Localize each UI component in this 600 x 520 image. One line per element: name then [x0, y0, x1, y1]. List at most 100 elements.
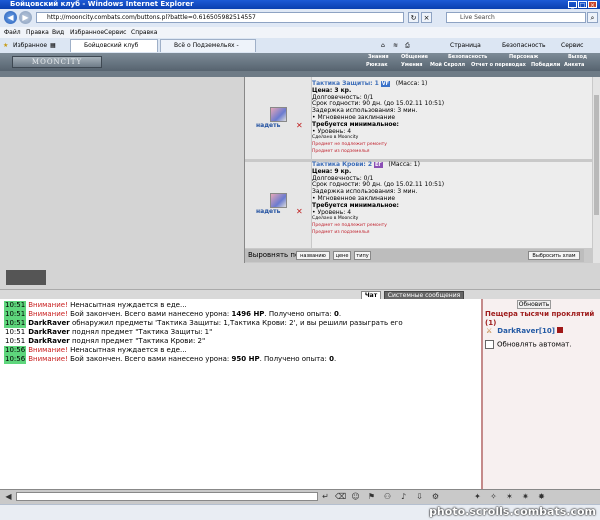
- equip-link[interactable]: надеть: [256, 122, 280, 129]
- item-tag-badge: ЕГ: [374, 162, 383, 168]
- feeds-icon[interactable]: ≋: [393, 40, 398, 51]
- player-info-icon[interactable]: [556, 327, 563, 333]
- chat-text: обнаружил предметы 'Тактика Защиты: 1,Та…: [71, 319, 403, 327]
- delete-icon[interactable]: ✕: [296, 208, 303, 216]
- nav-security[interactable]: Безопасность: [448, 54, 487, 61]
- search-icon[interactable]: ⌕: [587, 12, 598, 23]
- item-name-row: Тактика Крови: 2 ЕГ (Масса: 1): [312, 161, 592, 169]
- sound-icon[interactable]: ♪: [398, 491, 409, 502]
- close-window-icon[interactable]: ×: [588, 1, 597, 9]
- scroll-item-icon[interactable]: [270, 107, 287, 122]
- action-icon-1[interactable]: ✦: [472, 491, 483, 502]
- chat-time[interactable]: 10:51: [4, 310, 27, 319]
- chat-damage: 1496 HP: [231, 310, 265, 318]
- refresh-button[interactable]: Обновить: [517, 300, 551, 309]
- counter-badge: [6, 270, 46, 285]
- chat-time[interactable]: 10:51: [4, 328, 26, 337]
- chat-warning: Внимание!: [28, 346, 68, 354]
- auto-refresh-checkbox[interactable]: [485, 340, 494, 349]
- nav-chat[interactable]: Общение: [401, 54, 428, 61]
- chat-time[interactable]: 10:51: [4, 301, 27, 310]
- mooncity-logo: MOONCITY: [12, 56, 102, 68]
- sort-label: Выровнять по: [248, 251, 300, 259]
- forward-icon[interactable]: ▶: [19, 11, 32, 24]
- item-mass: (Масса: 1): [388, 161, 420, 168]
- menu-tools[interactable]: Сервис: [104, 27, 126, 38]
- action-icon-2[interactable]: ✧: [488, 491, 499, 502]
- item-name[interactable]: Тактика Крови: 2: [312, 161, 372, 168]
- safety-menu[interactable]: Безопасность: [502, 40, 546, 51]
- chat-author[interactable]: DarkRaver: [28, 319, 70, 327]
- item-info: Тактика Защиты: 1 VF (Масса: 1) Цена: 3 …: [312, 77, 592, 159]
- search-input[interactable]: Live Search: [446, 12, 586, 23]
- print-icon[interactable]: ⎙: [405, 40, 410, 51]
- equip-link[interactable]: надеть: [256, 208, 280, 215]
- tab-fight-club[interactable]: Бойцовский клуб: [70, 39, 158, 52]
- nav-character[interactable]: Персонаж: [509, 54, 538, 61]
- chat-text: . Получено опыта:: [259, 355, 330, 363]
- tools-menu[interactable]: Сервис: [561, 40, 583, 51]
- chat-time[interactable]: 10:56: [4, 355, 27, 364]
- chat-author[interactable]: DarkRaver: [28, 337, 70, 345]
- sort-by-name-button[interactable]: названию: [296, 251, 330, 260]
- stop-icon[interactable]: ×: [421, 12, 432, 23]
- tab-grid-icon[interactable]: ▦: [50, 40, 56, 51]
- refresh-page-icon[interactable]: ↻: [408, 12, 419, 23]
- page-menu[interactable]: Страница: [450, 40, 481, 51]
- favorites-star-icon[interactable]: ★: [3, 40, 8, 51]
- scroll-lock-icon[interactable]: ⇩: [414, 491, 425, 502]
- chat-time[interactable]: 10:51: [4, 319, 27, 328]
- send-icon[interactable]: ↵: [320, 491, 331, 502]
- chat-text: .: [333, 355, 337, 363]
- chat-time[interactable]: 10:56: [4, 346, 27, 355]
- menu-help[interactable]: Справка: [131, 27, 157, 38]
- filter-icon[interactable]: ⚑: [366, 491, 377, 502]
- chat-message-input[interactable]: [16, 492, 318, 501]
- chat-line: 10:56 Внимание! Бой закончен. Всего вами …: [4, 355, 336, 364]
- chat-author[interactable]: DarkRaver: [28, 328, 70, 336]
- action-icon-5[interactable]: ✸: [536, 491, 547, 502]
- nav-winners[interactable]: Победили: [531, 62, 560, 69]
- favorites-button[interactable]: Избранное: [13, 40, 47, 51]
- menu-edit[interactable]: Правка: [26, 27, 49, 38]
- settings-icon[interactable]: ⚙: [430, 491, 441, 502]
- scroll-item-icon[interactable]: [270, 193, 287, 208]
- nav-backpack[interactable]: Рюкзак: [366, 62, 388, 69]
- nav-knowledge[interactable]: Знания: [368, 54, 389, 61]
- back-icon[interactable]: ◀: [4, 11, 17, 24]
- menu-view[interactable]: Вид: [52, 27, 64, 38]
- scrollbar-thumb[interactable]: [594, 95, 599, 215]
- nav-profile[interactable]: Анкета: [564, 62, 584, 69]
- people-icon[interactable]: ⚇: [382, 491, 393, 502]
- item-req-title: Требуется минимальное:: [312, 120, 399, 128]
- sort-by-price-button[interactable]: цене: [333, 251, 351, 260]
- action-icon-4[interactable]: ✷: [520, 491, 531, 502]
- chat-time[interactable]: 10:51: [4, 337, 26, 346]
- action-icon-3[interactable]: ✶: [504, 491, 515, 502]
- nav-exit[interactable]: Выход: [568, 54, 587, 61]
- tab-dungeons[interactable]: Всё о Подземельях - DarkCl...: [160, 39, 256, 61]
- watermark: photo.scrolls.combats.com: [429, 505, 596, 518]
- url-input[interactable]: http://mooncity.combats.com/buttons.pl?b…: [36, 12, 404, 23]
- clear-icon[interactable]: ⌫: [335, 491, 346, 502]
- nav-my-scroll[interactable]: Мой Скролл: [430, 62, 465, 69]
- chat-text: поднял предмет "Тактика Крови: 2": [71, 337, 206, 345]
- arrow-icon[interactable]: ◀: [3, 491, 14, 502]
- discard-junk-button[interactable]: Выбросить хлам: [528, 251, 580, 260]
- game-area: [0, 77, 244, 289]
- player-name[interactable]: DarkRaver: [497, 327, 539, 335]
- chat-line: 10:51 DarkRaver поднял предмет "Тактика З…: [4, 328, 212, 337]
- item-name[interactable]: Тактика Защиты: 1: [312, 80, 379, 87]
- nav-transfer-report[interactable]: Отчет о переводах: [471, 62, 526, 69]
- chat-line: 10:56 Внимание! Ненасытная нуждается в ед…: [4, 346, 187, 355]
- menu-favorites[interactable]: Избранное: [70, 27, 104, 38]
- window-titlebar: Бойцовский клуб - Windows Internet Explo…: [0, 0, 600, 9]
- home-icon[interactable]: ⌂: [381, 40, 385, 51]
- delete-icon[interactable]: ✕: [296, 122, 303, 130]
- minimize-icon[interactable]: _: [568, 1, 577, 9]
- maximize-icon[interactable]: □: [578, 1, 587, 9]
- sort-by-type-button[interactable]: типу: [354, 251, 371, 260]
- nav-skills[interactable]: Умения: [401, 62, 423, 69]
- menu-file[interactable]: Файл: [4, 27, 21, 38]
- smiles-icon[interactable]: ☺: [350, 491, 361, 502]
